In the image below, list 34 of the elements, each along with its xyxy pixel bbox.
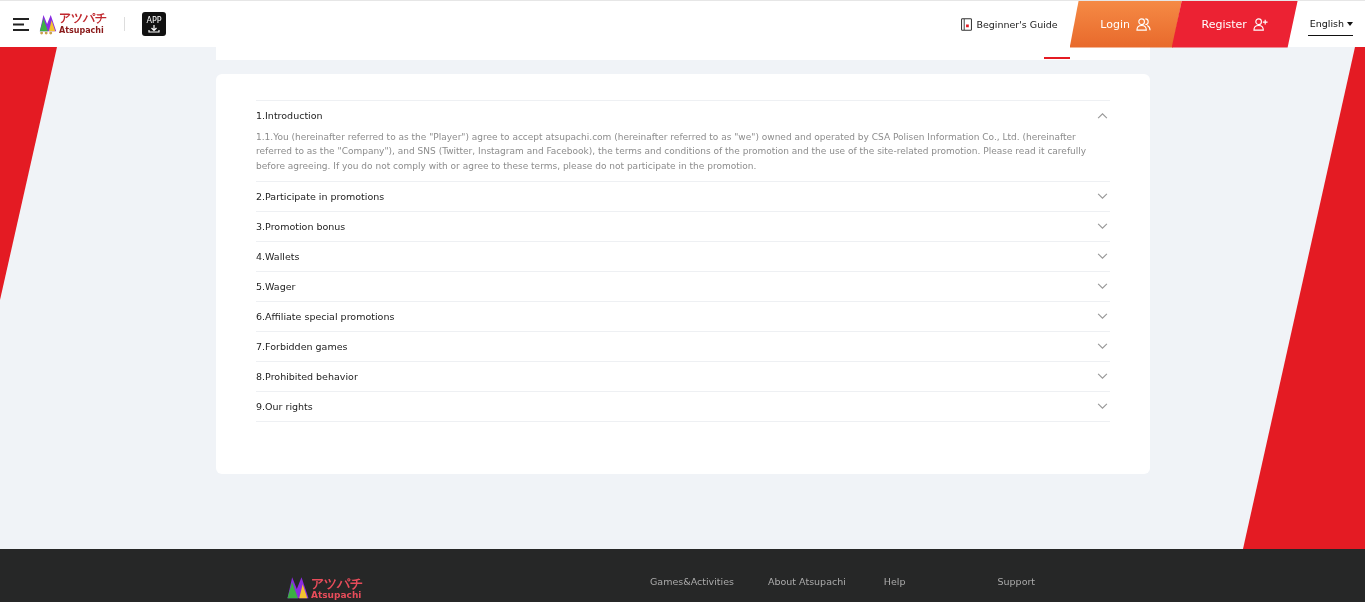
app-download-button[interactable]: APP [142, 12, 166, 36]
footer-link[interactable]: Help [883, 576, 906, 587]
section-text: 1.1.You (hereinafter referred to as the "Player") agree to accept atsupachi.com (hereinafter referred to as "we") owned and operated by CSA Polisen Information Co., Ltd. (hereinafter referred to as the "Company"), and SNS (Twitter, Instagram and Facebook), the terms and conditions of the promotion and the use of the site-related promotion. Please read it carefully before agreeing. If you do not comply with or agree to these terms, please do not participate in the promotion. [256, 131, 1088, 173]
section-header[interactable]: 5.Wager [256, 271, 1110, 301]
section-header[interactable]: 6.Affiliate special promotions [256, 301, 1110, 331]
guide-link[interactable]: Beginner's Guide [961, 17, 1058, 31]
section-header[interactable]: 2.Participate in promotions [256, 181, 1110, 211]
users-icon [1136, 16, 1152, 32]
language-selector[interactable]: English [1307, 12, 1353, 36]
book-icon [961, 17, 973, 31]
footer-link[interactable]: Games&Activities [650, 576, 734, 587]
footer-link[interactable]: Support [997, 576, 1036, 587]
menu-icon[interactable] [13, 17, 29, 31]
section-header[interactable]: 9.Our rights [256, 391, 1110, 421]
section-title: 8.Prohibited behavior [256, 370, 358, 382]
add-user-icon [1252, 16, 1268, 32]
section-header[interactable]: 3.Promotion bonus [256, 211, 1110, 241]
section-header[interactable]: 4.Wallets [256, 241, 1110, 271]
section-title: 4.Wallets [256, 250, 300, 262]
register-button[interactable]: Register [1171, 0, 1298, 48]
section-title: 3.Promotion bonus [256, 220, 346, 232]
download-icon [148, 24, 160, 33]
section-title: 6.Affiliate special promotions [256, 310, 395, 322]
logo[interactable]: アツパチ Atsupachi [38, 12, 107, 36]
section-title: 7.Forbidden games [256, 340, 348, 352]
section-header[interactable]: 1.Introduction [256, 101, 1110, 130]
section-title: 1.Introduction [256, 110, 323, 121]
section-title: 2.Participate in promotions [256, 190, 385, 202]
footer-link[interactable]: About Atsupachi [768, 576, 846, 587]
section-title: 9.Our rights [256, 400, 313, 412]
section-header[interactable]: 8.Prohibited behavior [256, 361, 1110, 391]
section-header[interactable]: 7.Forbidden games [256, 331, 1110, 361]
footer-logo[interactable]: アツパチ Atsupachi [285, 575, 363, 602]
section-title: 5.Wager [256, 280, 296, 292]
